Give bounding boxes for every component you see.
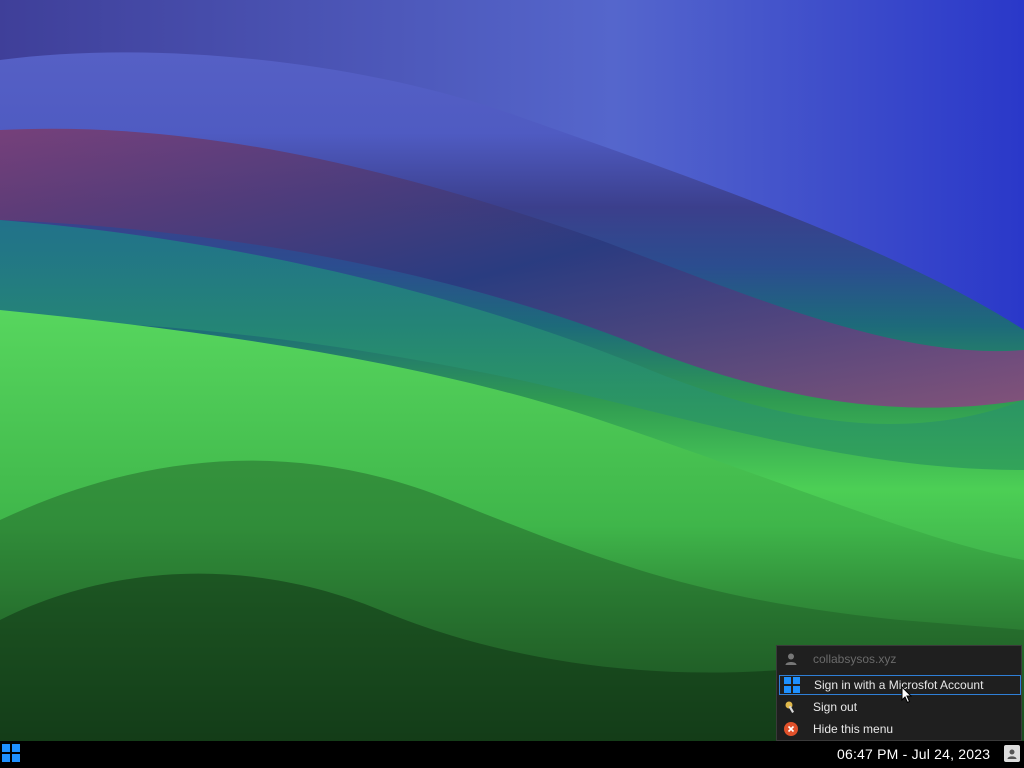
menu-item-label: Sign in with a Microsfot Account	[814, 678, 984, 692]
menu-item-label: collabsysos.xyz	[813, 652, 897, 666]
menu-item-label: Sign out	[813, 700, 858, 714]
menu-item-username: collabsysos.xyz	[779, 649, 1021, 669]
desktop-wallpaper	[0, 0, 1024, 741]
close-circle-icon	[781, 719, 801, 739]
key-icon	[781, 697, 801, 717]
taskbar-clock[interactable]: 06:47 PM - Jul 24, 2023	[837, 745, 990, 763]
user-account-menu: collabsysos.xyz Sign in with a Microsfot…	[776, 645, 1022, 741]
mouse-cursor-icon	[901, 686, 913, 704]
wallpaper-waves	[0, 0, 1024, 741]
menu-item-sign-out[interactable]: Sign out	[779, 697, 1021, 717]
start-button[interactable]	[2, 744, 20, 762]
menu-item-label: Hide this menu	[813, 722, 894, 736]
windows-logo-icon	[782, 675, 802, 695]
user-icon	[1007, 749, 1017, 759]
user-icon	[781, 649, 801, 669]
menu-item-sign-in-microsoft[interactable]: Sign in with a Microsfot Account	[779, 675, 1021, 695]
menu-item-hide-menu[interactable]: Hide this menu	[779, 719, 1021, 739]
windows-logo-icon	[2, 744, 10, 752]
tray-user-button[interactable]	[1004, 745, 1020, 762]
